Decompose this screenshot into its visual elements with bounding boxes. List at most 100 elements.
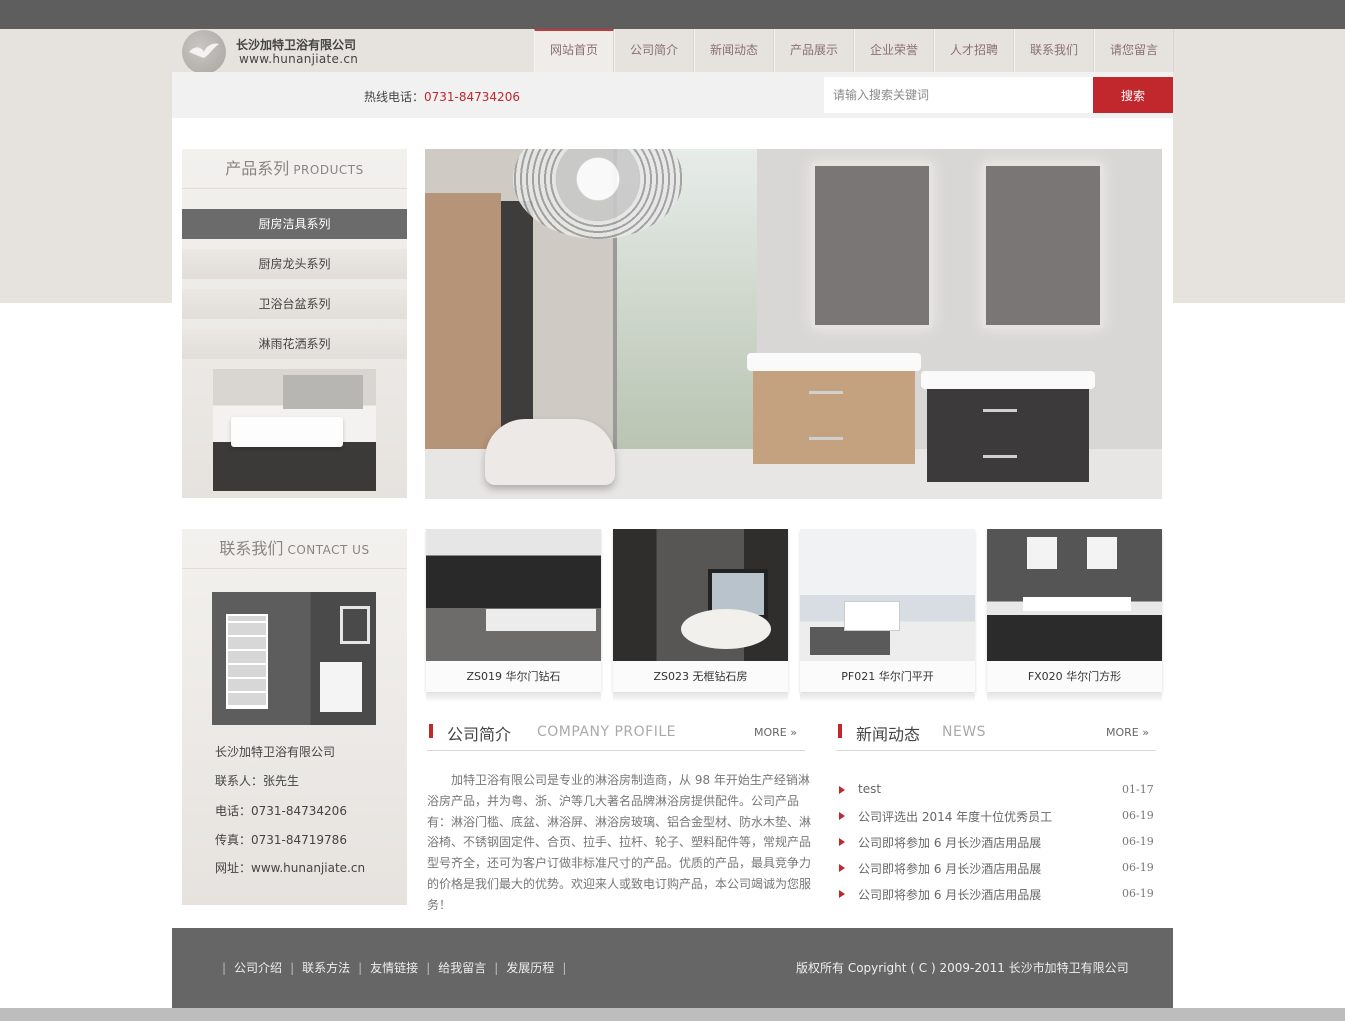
footer-link-contact[interactable]: 联系方法 <box>302 961 350 975</box>
vanity-top-shape <box>921 371 1095 389</box>
category-basin[interactable]: 卫浴台盆系列 <box>182 289 407 319</box>
sink-thumbnail-image[interactable] <box>213 369 376 491</box>
news-item[interactable]: 公司即将参加 6 月长沙酒店用品展 06-19 <box>837 884 1157 910</box>
about-text: 加特卫浴有限公司是专业的淋浴房制造商，从 98 年开始生产经销淋浴房产品，并为粤… <box>427 773 812 912</box>
mirror-shape <box>1087 537 1117 569</box>
contact-fax: 传真：0731-84719786 <box>215 833 347 847</box>
product-card[interactable]: PF021 华尔门平开 <box>800 529 975 692</box>
nav-contact[interactable]: 联系我们 <box>1014 29 1094 72</box>
contact-person: 联系人：张先生 <box>215 774 300 788</box>
triangle-bullet-icon <box>839 812 845 820</box>
bottom-bar <box>0 1008 1345 1021</box>
separator: | <box>290 961 295 975</box>
double-chevron-right-icon: » <box>790 726 797 739</box>
product-name[interactable]: ZS019 华尔门钻石 <box>426 661 601 692</box>
footer-link-about[interactable]: 公司介绍 <box>234 961 282 975</box>
product-name[interactable]: PF021 华尔门平开 <box>800 661 975 692</box>
mirror-shape <box>283 375 363 409</box>
category-kitchen-sanitary[interactable]: 厨房洁具系列 <box>182 209 407 239</box>
about-more-label: MORE <box>754 726 787 739</box>
news-item[interactable]: 公司即将参加 6 月长沙酒店用品展 06-19 <box>837 858 1157 884</box>
about-section-title: 公司简介 COMPANY PROFILE MORE » <box>427 721 805 751</box>
nav-news[interactable]: 新闻动态 <box>694 29 774 72</box>
product-image[interactable] <box>613 529 788 661</box>
news-item[interactable]: 公司即将参加 6 月长沙酒店用品展 06-19 <box>837 832 1157 858</box>
product-card[interactable]: FX020 华尔门方形 <box>987 529 1162 692</box>
products-panel-title: 产品系列 PRODUCTS <box>182 149 407 189</box>
triangle-bullet-icon <box>839 786 845 794</box>
card-shadow <box>987 694 1162 702</box>
bathroom-thumbnail-image <box>212 592 376 725</box>
triangle-bullet-icon <box>839 890 845 898</box>
product-name[interactable]: FX020 华尔门方形 <box>987 661 1162 692</box>
nav-products[interactable]: 产品展示 <box>774 29 854 72</box>
rug-shape <box>810 627 890 655</box>
nav-message[interactable]: 请您留言 <box>1094 29 1174 72</box>
product-image[interactable] <box>426 529 601 661</box>
news-date: 06-19 <box>1122 887 1154 900</box>
news-title-en: NEWS <box>942 724 987 740</box>
footer-link-message[interactable]: 给我留言 <box>438 961 486 975</box>
vanity-dark-shape <box>921 371 1095 482</box>
contact-phone: 电话：0731-84734206 <box>215 804 347 818</box>
news-date: 06-19 <box>1122 835 1154 848</box>
triangle-bullet-icon <box>839 864 845 872</box>
search-input[interactable] <box>824 77 1093 113</box>
nav-honors[interactable]: 企业荣誉 <box>854 29 934 72</box>
news-title[interactable]: 公司即将参加 6 月长沙酒店用品展 <box>858 860 1041 877</box>
title-accent-bar <box>429 724 433 738</box>
hotline-label: 热线电话： <box>364 90 425 104</box>
news-title[interactable]: test <box>858 782 881 796</box>
product-name[interactable]: ZS023 无框钻石房 <box>613 661 788 692</box>
main-content: 产品系列 PRODUCTS 厨房洁具系列 厨房龙头系列 卫浴台盆系列 淋雨花洒系列… <box>172 118 1173 928</box>
nav-about[interactable]: 公司简介 <box>614 29 694 72</box>
chair-shape <box>485 419 615 485</box>
window-shape <box>226 614 268 709</box>
mirror-shape <box>1027 537 1057 569</box>
about-title-cn: 公司简介 <box>447 725 512 744</box>
card-shadow <box>800 694 975 702</box>
news-item[interactable]: 公司评选出 2014 年度十位优秀员工 06-19 <box>837 806 1157 832</box>
news-title[interactable]: 公司评选出 2014 年度十位优秀员工 <box>858 808 1052 825</box>
product-card[interactable]: ZS019 华尔门钻石 <box>426 529 601 692</box>
news-more-link[interactable]: MORE » <box>1106 726 1149 739</box>
category-shower[interactable]: 淋雨花洒系列 <box>182 329 407 359</box>
news-item[interactable]: test 01-17 <box>837 780 1157 806</box>
news-date: 06-19 <box>1122 809 1154 822</box>
main-nav: 网站首页 公司简介 新闻动态 产品展示 企业荣誉 人才招聘 联系我们 请您留言 <box>534 29 1174 72</box>
news-title-cn: 新闻动态 <box>856 725 921 744</box>
counter-shape <box>486 609 596 631</box>
nav-home[interactable]: 网站首页 <box>534 29 614 72</box>
hero-banner-image[interactable] <box>425 149 1162 499</box>
news-more-label: MORE <box>1106 726 1139 739</box>
news-date: 06-19 <box>1122 861 1154 874</box>
mirror-shape <box>983 163 1103 328</box>
footer-link-history[interactable]: 发展历程 <box>506 961 554 975</box>
contact-title-en: CONTACT US <box>287 543 370 557</box>
news-title[interactable]: 公司即将参加 6 月长沙酒店用品展 <box>858 834 1041 851</box>
products-title-cn: 产品系列 <box>225 159 290 178</box>
card-shadow <box>426 694 601 702</box>
vanity-wood-shape <box>747 353 921 464</box>
hotline-number: 0731-84734206 <box>424 90 520 104</box>
footer: | 公司介绍 | 联系方法 | 友情链接 | 给我留言 | 发展历程 | 版权所有 Copyrigh… <box>172 928 1173 1008</box>
header: 长沙加特卫浴有限公司 www.hunanjiate.cn 网站首页 公司简介 新… <box>172 29 1174 74</box>
footer-link-friends[interactable]: 友情链接 <box>370 961 418 975</box>
eagle-logo-icon[interactable] <box>182 30 226 74</box>
search-button[interactable]: 搜索 <box>1093 77 1173 113</box>
company-url: www.hunanjiate.cn <box>239 52 359 66</box>
company-name: 长沙加特卫浴有限公司 <box>236 38 357 52</box>
drawer-handle-shape <box>983 455 1017 458</box>
about-more-link[interactable]: MORE » <box>754 726 797 739</box>
double-chevron-right-icon: » <box>1142 726 1149 739</box>
news-section-title: 新闻动态 NEWS MORE » <box>836 721 1156 751</box>
category-kitchen-faucet[interactable]: 厨房龙头系列 <box>182 249 407 279</box>
nav-jobs[interactable]: 人才招聘 <box>934 29 1014 72</box>
product-image[interactable] <box>987 529 1162 661</box>
news-title[interactable]: 公司即将参加 6 月长沙酒店用品展 <box>858 886 1041 903</box>
product-image[interactable] <box>800 529 975 661</box>
mirror-shape <box>812 163 932 328</box>
product-card[interactable]: ZS023 无框钻石房 <box>613 529 788 692</box>
drawer-handle-shape <box>983 409 1017 412</box>
drawer-handle-shape <box>809 391 843 394</box>
